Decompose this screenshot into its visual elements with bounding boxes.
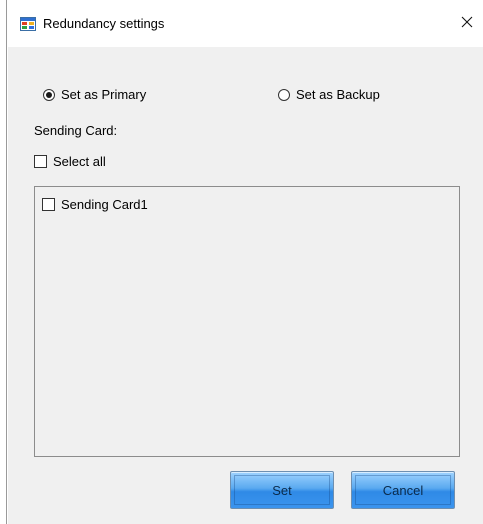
- sending-card-label: Sending Card:: [34, 123, 118, 138]
- select-all-checkbox[interactable]: Select all: [34, 154, 106, 169]
- set-button-label: Set: [272, 482, 292, 498]
- close-button[interactable]: [453, 10, 481, 36]
- radio-label-backup: Set as Backup: [296, 87, 380, 102]
- set-button[interactable]: Set: [230, 471, 334, 509]
- sending-card1-checkbox[interactable]: [42, 198, 55, 211]
- radio-set-as-primary[interactable]: Set as Primary: [43, 87, 146, 102]
- app-window-icon: [20, 17, 36, 31]
- cancel-button-label: Cancel: [382, 482, 424, 498]
- sending-card-list[interactable]: Sending Card1: [34, 186, 460, 457]
- sending-card1-label: Sending Card1: [61, 197, 148, 212]
- dialog-body: Set as Primary Set as Backup Sending Car…: [8, 47, 483, 524]
- close-icon: [461, 16, 473, 31]
- redundancy-settings-dialog: Redundancy settings Set as Primary Set a…: [6, 0, 483, 524]
- select-all-label: Select all: [53, 154, 106, 169]
- radio-indicator-primary[interactable]: [43, 88, 55, 101]
- title-bar: Redundancy settings: [7, 0, 483, 46]
- list-item[interactable]: Sending Card1: [42, 197, 148, 212]
- radio-indicator-backup[interactable]: [278, 88, 290, 101]
- cancel-button[interactable]: Cancel: [351, 471, 455, 509]
- radio-set-as-backup[interactable]: Set as Backup: [278, 87, 380, 102]
- select-all-checkbox-box[interactable]: [34, 155, 47, 168]
- radio-label-primary: Set as Primary: [61, 87, 147, 102]
- window-title: Redundancy settings: [43, 16, 165, 31]
